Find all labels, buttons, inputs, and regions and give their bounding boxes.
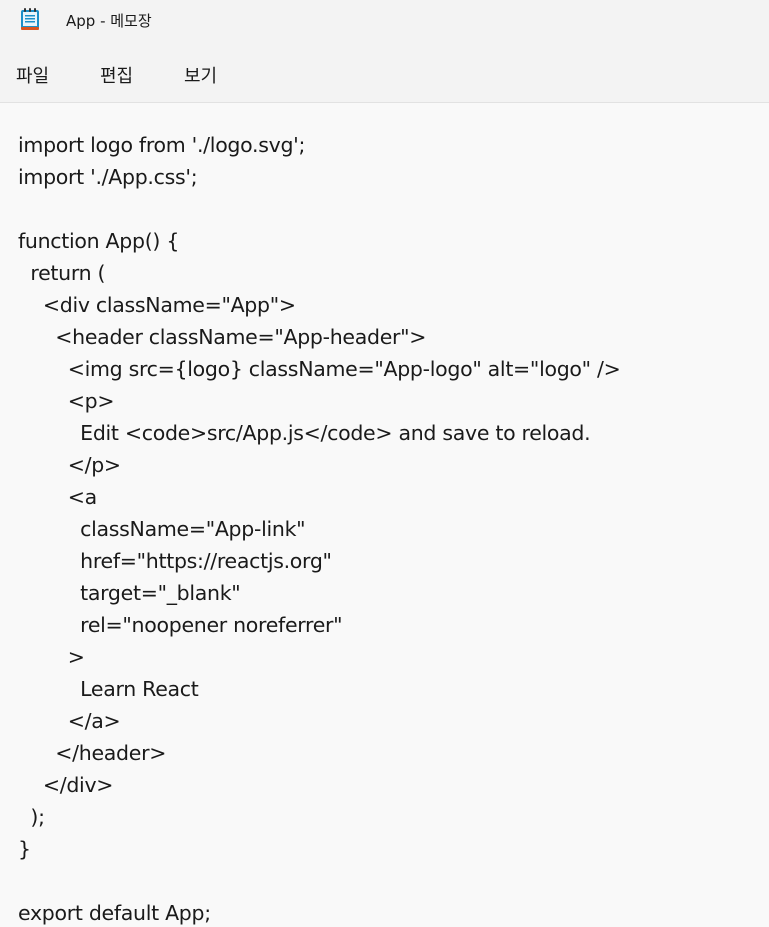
text-editor-area[interactable]: import logo from './logo.svg'; import '.… — [0, 103, 769, 927]
menu-edit[interactable]: 편집 — [100, 62, 133, 88]
editor-text[interactable]: import logo from './logo.svg'; import '.… — [18, 129, 621, 927]
notepad-icon — [20, 7, 40, 31]
menu-file[interactable]: 파일 — [16, 62, 49, 88]
window-title: App - 메모장 — [66, 12, 152, 30]
menu-bar: 파일 편집 보기 — [0, 42, 769, 103]
title-bar: App - 메모장 — [0, 0, 769, 42]
menu-view[interactable]: 보기 — [184, 62, 217, 88]
